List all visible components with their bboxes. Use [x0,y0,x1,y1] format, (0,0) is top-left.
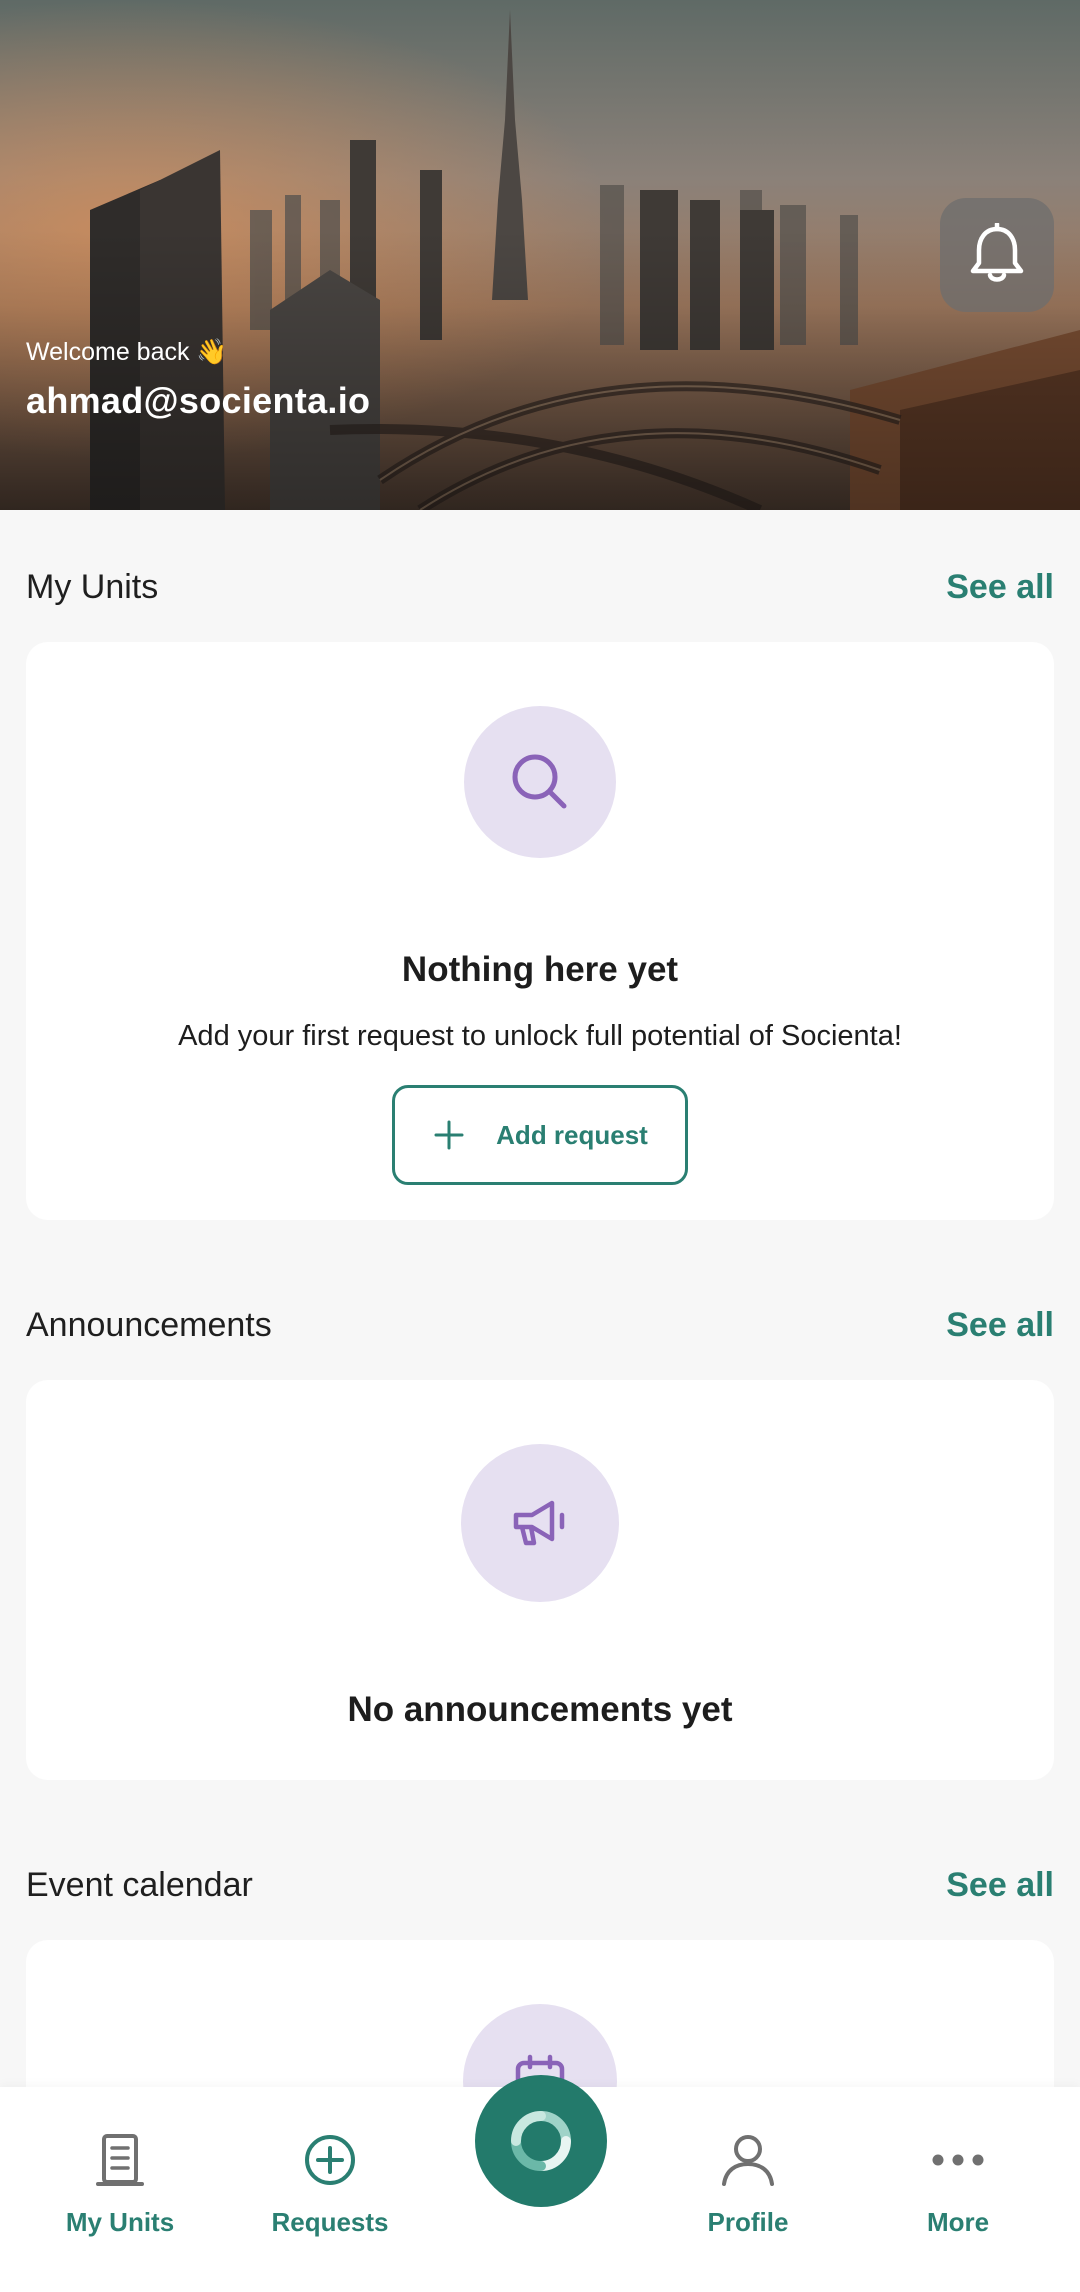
announcements-empty-heading: No announcements yet [347,1690,733,1729]
app-logo-icon [511,2111,571,2171]
user-icon [722,2135,774,2186]
home-center-button[interactable] [475,2075,607,2207]
nav-item-profile[interactable]: Profile [648,2127,848,2257]
plus-icon [434,1120,464,1150]
hero-banner: Welcome back 👋 ahmad@socienta.io [0,0,1080,510]
event-calendar-title: Event calendar [26,1865,253,1904]
announcements-empty-card: No announcements yet [26,1380,1054,1780]
units-empty-subtitle: Add your first request to unlock full po… [178,1020,902,1052]
search-icon [512,754,567,809]
my-units-see-all-link[interactable]: See all [946,568,1054,607]
announcements-title: Announcements [26,1305,272,1344]
notifications-button[interactable] [940,198,1054,312]
my-units-title: My Units [26,567,159,606]
add-request-label: Add request [496,1119,648,1150]
more-dots-icon [932,2154,984,2166]
building-icon [96,2134,144,2186]
event-calendar-see-all-link[interactable]: See all [946,1866,1054,1905]
my-units-header: My Units See all [26,562,1054,612]
event-calendar-header: Event calendar See all [26,1860,1054,1910]
user-email: ahmad@socienta.io [26,380,371,421]
hero-overlay [0,0,1080,510]
bell-icon [970,223,1024,282]
nav-item-requests[interactable]: Requests [230,2127,430,2257]
welcome-text: Welcome back 👋 [26,338,228,366]
announcements-see-all-link[interactable]: See all [946,1306,1054,1345]
nav-label-my-units: My Units [65,2207,175,2237]
nav-label-more: More [926,2207,990,2237]
nav-label-profile: Profile [707,2207,789,2237]
megaphone-icon [513,1500,565,1546]
search-icon-circle [464,706,616,858]
megaphone-icon-circle [461,1444,619,1602]
nav-label-requests: Requests [271,2207,389,2237]
nav-item-more[interactable]: More [858,2127,1058,2257]
plus-circle-icon [305,2135,355,2185]
nav-item-my-units[interactable]: My Units [20,2127,220,2257]
units-empty-heading: Nothing here yet [401,950,679,989]
announcements-header: Announcements See all [26,1300,1054,1350]
add-request-button[interactable]: Add request [392,1085,688,1185]
my-units-empty-card: Nothing here yet Add your first request … [26,642,1054,1220]
